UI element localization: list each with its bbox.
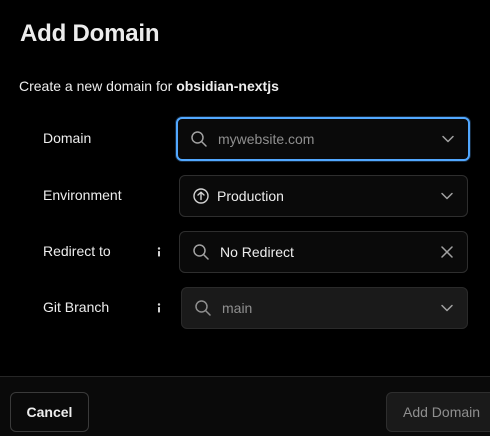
search-icon	[194, 299, 212, 317]
domain-label: Domain	[43, 130, 92, 146]
dialog-title: Add Domain	[20, 20, 160, 47]
search-icon	[192, 243, 210, 261]
git-branch-placeholder: main	[222, 300, 253, 316]
environment-select[interactable]: Production	[179, 175, 468, 217]
close-icon[interactable]	[439, 244, 455, 260]
environment-value: Production	[217, 188, 284, 204]
arrow-up-circle-icon	[192, 187, 210, 205]
subtitle-prefix: Create a new domain for	[19, 78, 177, 94]
dialog-footer: Cancel Add Domain	[0, 376, 490, 436]
project-name: obsidian-nextjs	[176, 78, 279, 94]
chevron-down-icon[interactable]	[439, 300, 455, 316]
redirect-value: No Redirect	[220, 244, 294, 260]
git-branch-row: Git Branch main	[0, 287, 490, 329]
redirect-combobox[interactable]: No Redirect	[179, 231, 468, 273]
info-icon[interactable]	[153, 302, 165, 314]
domain-row: Domain	[0, 117, 490, 161]
info-icon[interactable]	[153, 246, 165, 258]
environment-label: Environment	[43, 187, 122, 203]
chevron-down-icon[interactable]	[439, 188, 455, 204]
chevron-down-icon[interactable]	[440, 131, 456, 147]
dialog-subtitle: Create a new domain for obsidian-nextjs	[19, 78, 279, 94]
domain-input[interactable]	[218, 119, 438, 159]
environment-row: Environment Production	[0, 175, 490, 217]
domain-combobox[interactable]	[176, 117, 470, 161]
redirect-label: Redirect to	[43, 243, 111, 259]
cancel-button[interactable]: Cancel	[10, 392, 89, 432]
redirect-row: Redirect to No Redirect	[0, 231, 490, 273]
git-branch-combobox[interactable]: main	[181, 287, 468, 329]
git-branch-label: Git Branch	[43, 299, 110, 315]
add-domain-button[interactable]: Add Domain	[386, 392, 490, 432]
search-icon	[190, 130, 208, 148]
